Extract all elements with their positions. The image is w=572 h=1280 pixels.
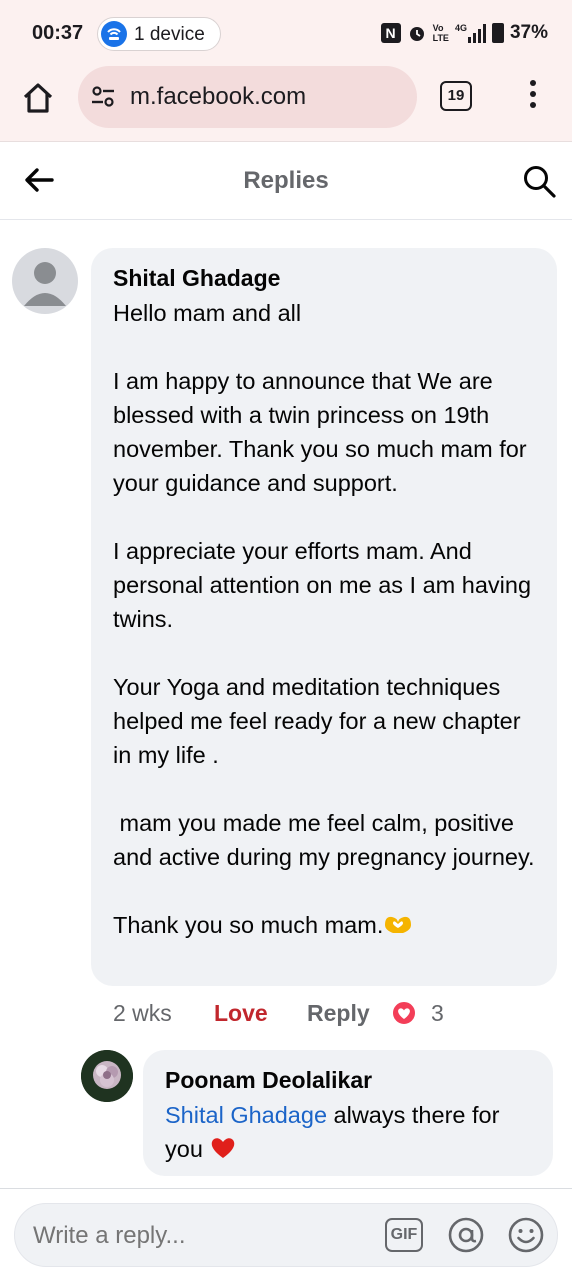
- reply-button[interactable]: Reply: [307, 1000, 370, 1027]
- tab-switcher-button[interactable]: 19: [440, 81, 472, 111]
- reply-input[interactable]: [33, 1222, 363, 1250]
- avatar[interactable]: [12, 248, 78, 314]
- smiley-icon[interactable]: [507, 1216, 545, 1254]
- flower-photo-icon: [81, 1050, 133, 1102]
- hotspot-label: 1 device: [134, 24, 205, 45]
- reply-bubble[interactable]: Poonam Deolalikar Shital Ghadage always …: [143, 1050, 553, 1176]
- reply-text: Shital Ghadage always there for you: [165, 1098, 531, 1166]
- browser-toolbar: m.facebook.com 19: [0, 66, 572, 142]
- volte-top: Vo: [432, 23, 444, 33]
- tune-icon[interactable]: [90, 85, 116, 109]
- default-avatar-icon: [24, 262, 66, 306]
- signal-icon: 4G: [455, 23, 486, 43]
- volte-bottom: LTE: [432, 33, 449, 43]
- nfc-icon: N: [380, 23, 401, 43]
- hotspot-chip[interactable]: 1 device: [97, 17, 221, 51]
- love-reaction-icon[interactable]: [391, 1000, 417, 1026]
- status-bar: 00:37 1 device N Vo LTE 4G 37%: [0, 0, 572, 66]
- more-vert-icon[interactable]: [523, 80, 543, 112]
- status-time: 00:37: [32, 22, 84, 44]
- search-icon[interactable]: [520, 162, 558, 200]
- home-icon: [23, 83, 53, 113]
- reply-composer: GIF: [0, 1188, 572, 1280]
- mention-link[interactable]: Shital Ghadage: [165, 1102, 327, 1128]
- battery-icon: [491, 23, 504, 43]
- at-icon[interactable]: [447, 1216, 485, 1254]
- love-reaction-button[interactable]: Love: [214, 1000, 268, 1027]
- comment-timestamp[interactable]: 2 wks: [113, 1000, 172, 1027]
- alarm-icon: [409, 27, 424, 41]
- status-icons: N Vo LTE 4G 37%: [380, 20, 548, 46]
- reaction-count[interactable]: 3: [431, 1000, 444, 1027]
- hotspot-icon: [101, 21, 127, 47]
- url-text[interactable]: m.facebook.com: [130, 83, 306, 111]
- address-bar[interactable]: m.facebook.com: [78, 66, 417, 128]
- gif-button[interactable]: GIF: [385, 1218, 423, 1252]
- avatar[interactable]: [81, 1050, 133, 1102]
- battery-percent: 37%: [509, 22, 548, 43]
- signal-label: 4G: [454, 23, 467, 33]
- red-heart-emoji: [212, 1138, 235, 1158]
- reply-field-container[interactable]: GIF: [14, 1203, 558, 1267]
- comment-author[interactable]: Shital Ghadage: [113, 264, 535, 292]
- page-header: Replies: [0, 142, 572, 220]
- home-button[interactable]: [18, 78, 58, 118]
- volte-icon: Vo LTE: [433, 23, 449, 43]
- page-title: Replies: [243, 167, 329, 194]
- comment-text: Hello mam and all I am happy to announce…: [113, 296, 535, 942]
- reply-author[interactable]: Poonam Deolalikar: [165, 1066, 531, 1094]
- heart-hands-emoji: [385, 916, 412, 933]
- comment-body: Hello mam and all I am happy to announce…: [113, 300, 535, 938]
- comment-bubble[interactable]: Shital Ghadage Hello mam and all I am ha…: [91, 248, 557, 986]
